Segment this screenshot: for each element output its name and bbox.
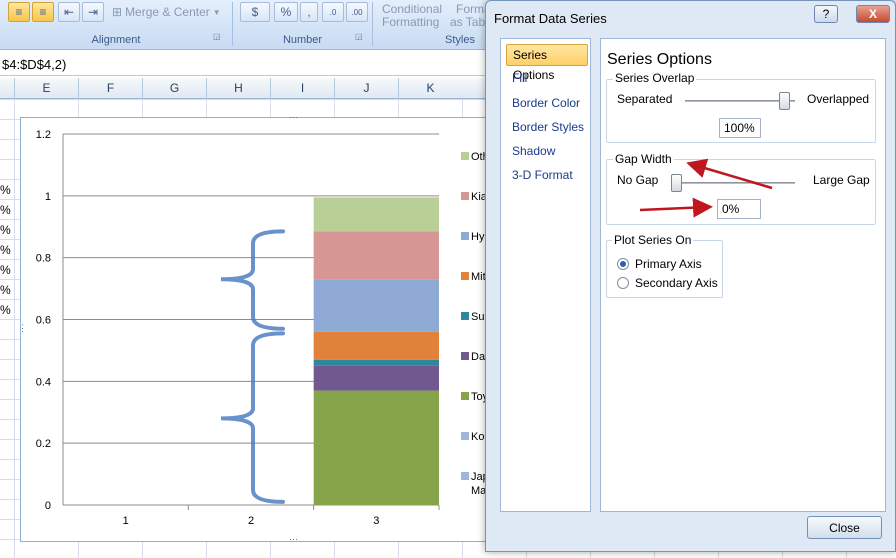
merge-center-button[interactable]: ⊞ Merge & Center ▼ — [112, 5, 221, 19]
legend-swatch — [461, 152, 469, 160]
legend-swatch — [461, 432, 469, 440]
percent-label: % — [280, 5, 292, 19]
format-data-series-dialog: Format Data Series ? X Series Options Fi… — [485, 0, 896, 552]
alignment-group-label: Alignment — [91, 34, 141, 46]
brace-annotation — [220, 229, 285, 331]
cond-format-label-2: Formatting — [382, 15, 440, 29]
y-tick-label: 0 — [45, 500, 51, 512]
resize-handle[interactable]: ⋯ — [289, 112, 298, 123]
y-tick-label: 0.6 — [36, 315, 51, 327]
chevron-down-icon: ▼ — [212, 7, 221, 17]
brace-annotation — [220, 331, 285, 504]
cell-value: % — [0, 223, 11, 237]
bar-segment — [313, 231, 439, 280]
increase-indent-button[interactable]: ⇥ — [82, 2, 104, 22]
formula-text: $4:$D$4,2) — [2, 57, 67, 72]
column-header-i[interactable]: I — [270, 78, 334, 99]
dialog-launcher-icon[interactable]: ◲ — [213, 32, 221, 41]
legend-swatch — [461, 472, 469, 480]
bar-segment — [313, 279, 439, 332]
arrow-to-gap-width — [686, 158, 773, 190]
stacked-bar-chart[interactable]: 00.20.40.60.811.21 2 3OthKiaHyMitSuzDaiToy… — [21, 118, 499, 543]
x-tick-label: 2 — [248, 515, 254, 527]
comma-label: , — [307, 5, 311, 19]
currency-button[interactable]: $ — [240, 2, 270, 22]
bar-segment — [313, 331, 439, 360]
number-group-label: Number — [282, 34, 323, 46]
cell-value: % — [0, 283, 11, 297]
col-label: E — [42, 81, 51, 95]
conditional-formatting-button[interactable]: Conditional Formatting — [382, 3, 442, 29]
column-header-h[interactable]: H — [206, 78, 270, 99]
cell-value: % — [0, 203, 11, 217]
dialog-launcher-icon[interactable]: ◲ — [355, 32, 363, 41]
col-label: I — [300, 81, 305, 95]
y-tick-label: 1 — [45, 191, 51, 203]
column-header-e[interactable]: E — [14, 78, 78, 99]
merge-center-label: Merge & Center — [125, 5, 210, 19]
decrease-decimal-button[interactable]: .00 — [346, 2, 368, 22]
annotation-arrows — [639, 158, 773, 218]
legend-swatch — [461, 232, 469, 240]
currency-label: $ — [251, 5, 259, 19]
y-tick-label: 0.8 — [36, 253, 51, 265]
col-label: K — [426, 81, 435, 95]
bar-segment — [313, 365, 439, 391]
legend-swatch — [461, 272, 469, 280]
comma-button[interactable]: , — [300, 2, 318, 22]
cell-value: % — [0, 263, 11, 277]
legend-swatch — [461, 192, 469, 200]
cell-value: % — [0, 243, 11, 257]
bar-segment — [313, 197, 439, 232]
resize-handle[interactable]: ⋮ — [18, 323, 27, 334]
y-tick-label: 1.2 — [36, 129, 51, 141]
chart-area[interactable]: 0 0.2 0.4 0.6 0.8 1 1.2 1 2 3 Oth Kia Hy Mit Suz Dai Toy… — [18, 112, 499, 545]
column-header-j[interactable]: J — [334, 78, 398, 99]
col-label: F — [106, 81, 115, 95]
dec-decimal-label: .00 — [351, 7, 363, 17]
align-right-button[interactable]: ≡ — [32, 2, 54, 22]
column-header-g[interactable]: G — [142, 78, 206, 99]
x-tick-label: 3 — [373, 515, 379, 527]
y-tick-label: 0.4 — [36, 376, 51, 388]
legend-swatch — [461, 352, 469, 360]
bar-segment — [313, 390, 439, 505]
align-center-button[interactable]: ≡ — [8, 2, 30, 22]
legend-swatch — [461, 312, 469, 320]
resize-handle[interactable]: ⋯ — [289, 534, 298, 545]
col-label: G — [169, 81, 180, 95]
col-label: H — [234, 81, 243, 95]
percent-button[interactable]: % — [274, 2, 298, 22]
cell-value: % — [0, 183, 11, 197]
legend-swatch — [461, 392, 469, 400]
column-header-f[interactable]: F — [78, 78, 142, 99]
increase-decimal-button[interactable]: .0 — [322, 2, 344, 22]
merge-icon: ⊞ — [112, 5, 123, 19]
legend-label: Hy — [471, 231, 485, 243]
x-tick-label: 1 — [123, 515, 129, 527]
y-tick-label: 0.2 — [36, 438, 51, 450]
styles-group-label: Styles — [445, 34, 475, 46]
col-label: J — [363, 81, 370, 95]
legend-label: Mit — [471, 271, 486, 283]
arrow-to-gap-value — [639, 197, 713, 218]
decrease-indent-button[interactable]: ⇤ — [58, 2, 80, 22]
cell-value: % — [0, 303, 11, 317]
column-header-k[interactable]: K — [398, 78, 462, 99]
bar-segment — [313, 359, 439, 366]
inc-decimal-label: .0 — [329, 7, 337, 17]
